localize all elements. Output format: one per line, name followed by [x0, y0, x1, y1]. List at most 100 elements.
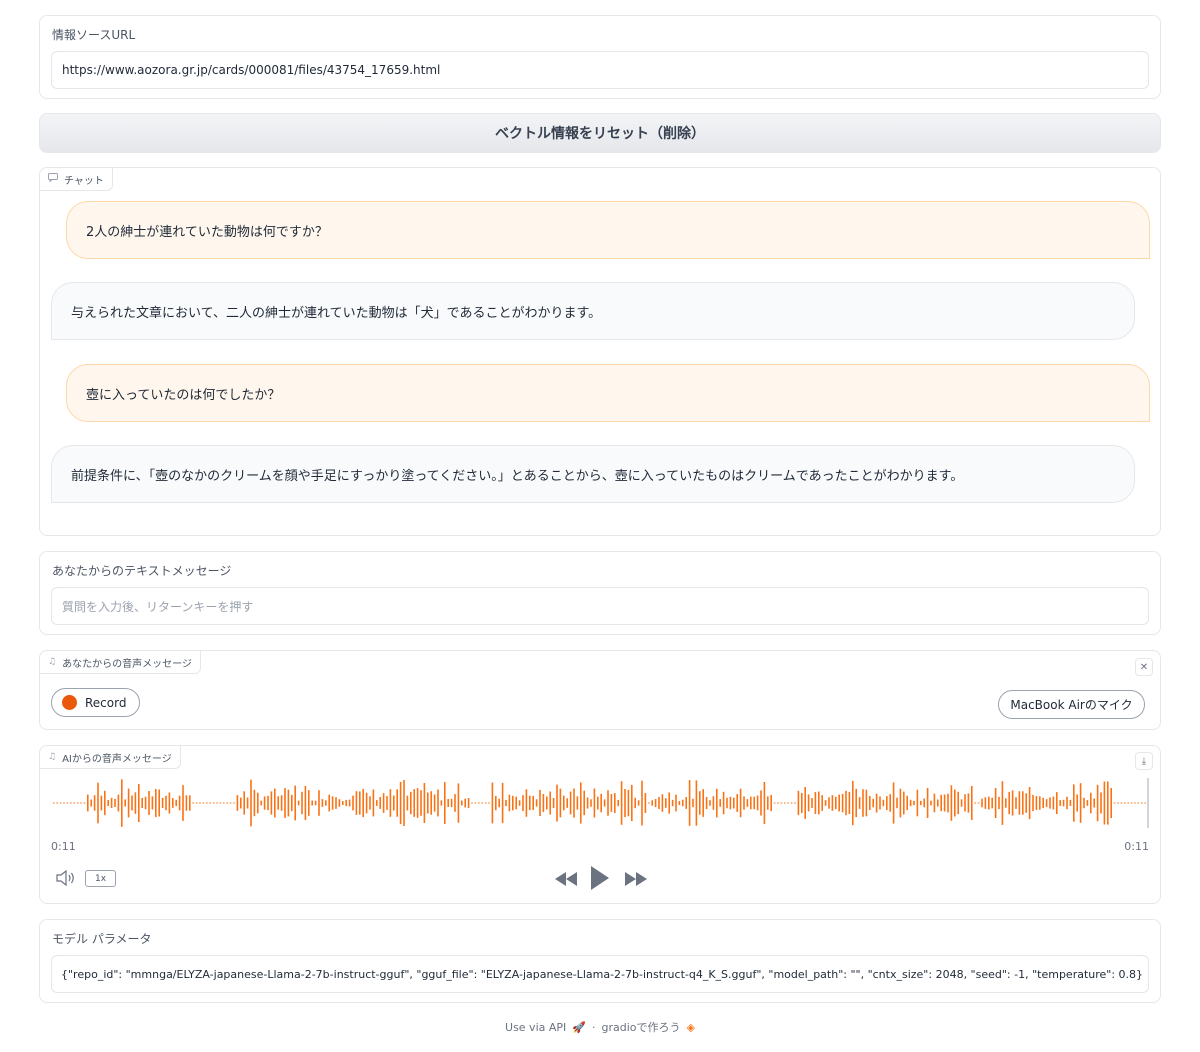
waveform-bar	[291, 794, 293, 812]
waveform-bar	[1120, 802, 1123, 804]
reset-vectors-button[interactable]: ベクトル情報をリセット（削除）	[39, 113, 1161, 153]
waveform-bar	[263, 796, 266, 810]
model-params-input[interactable]: {"repo_id": "mmnga/ELYZA-japanese-Llama-…	[51, 955, 1149, 993]
waveform-bar	[202, 802, 205, 804]
waveform-bar	[110, 797, 113, 808]
waveform-bar	[821, 795, 823, 811]
waveform-bar	[600, 793, 602, 813]
gradio-logo-icon: ◈	[686, 1020, 695, 1034]
rewind-icon[interactable]	[555, 871, 577, 890]
user-message: 2人の紳士が連れていた動物は何ですか？	[66, 201, 1150, 259]
record-label: Record	[85, 695, 127, 710]
waveform-bar	[1025, 793, 1027, 813]
waveform-bar	[216, 802, 218, 804]
waveform-bar	[369, 796, 371, 810]
waveform-bar	[549, 791, 551, 815]
waveform-bar	[654, 799, 657, 808]
waveform-bar	[389, 789, 392, 817]
playback-speed-button[interactable]: 1x	[85, 870, 116, 887]
download-button[interactable]: ⤓	[1135, 752, 1153, 770]
clear-audio-button[interactable]: ✕	[1135, 658, 1153, 676]
waveform-bar	[233, 802, 235, 804]
waveform-bar	[260, 800, 262, 806]
waveform-bar	[1052, 796, 1055, 810]
waveform-bar	[631, 784, 633, 822]
bot-message: 与えられた文章において、二人の紳士が連れていた動物は「犬」であることがわかります…	[51, 282, 1135, 340]
waveform-bar	[427, 792, 429, 814]
waveform-bar	[875, 793, 878, 813]
waveform-bar	[168, 792, 171, 814]
waveform-bar	[107, 800, 109, 806]
waveform-bar	[267, 795, 269, 811]
waveform-bar	[750, 796, 752, 810]
waveform-bar	[348, 799, 351, 807]
waveform-bar	[1062, 799, 1065, 807]
waveform-bar	[535, 799, 538, 807]
waveform-bar	[940, 794, 942, 812]
waveform-bar	[682, 799, 684, 807]
fast-forward-icon[interactable]	[625, 871, 647, 890]
waveform-bar	[797, 790, 800, 816]
waveform-bar	[637, 800, 640, 806]
audio-waveform[interactable]	[51, 776, 1151, 830]
waveform-bar	[97, 782, 99, 824]
waveform-bar	[614, 793, 616, 813]
waveform-bar	[63, 802, 65, 804]
waveform-bar	[1137, 802, 1140, 804]
waveform-bar	[801, 793, 803, 813]
record-button[interactable]: Record	[51, 688, 140, 717]
waveform-bar	[1144, 802, 1146, 804]
current-time: 0:11	[51, 840, 76, 853]
waveform-bar	[1015, 797, 1017, 809]
waveform-bar	[406, 795, 409, 811]
waveform-bar	[223, 802, 225, 804]
waveform-bar	[998, 796, 1000, 810]
waveform-bar	[607, 790, 609, 816]
waveform-bar	[229, 802, 232, 804]
waveform-bar	[1011, 790, 1014, 816]
waveform-bar	[909, 799, 912, 807]
message-text: 前提条件に、「壺のなかのクリームを顔や手足にすっかり塗ってください。」とあること…	[71, 468, 964, 484]
waveform-bar	[671, 799, 674, 807]
text-message-block: あなたからのテキストメッセージ 質問を入力後、リターンキーを押す	[39, 551, 1161, 635]
text-message-input[interactable]: 質問を入力後、リターンキーを押す	[51, 587, 1149, 625]
waveform-bar	[641, 780, 643, 826]
waveform-bar	[1079, 783, 1082, 823]
play-icon[interactable]	[590, 866, 610, 894]
waveform-bar	[1093, 798, 1095, 808]
waveform-bar	[270, 791, 273, 815]
waveform-bar	[974, 802, 976, 804]
waveform-bar	[212, 802, 215, 804]
waveform-bar	[848, 791, 851, 815]
waveform-bar	[359, 791, 361, 815]
waveform-bar	[753, 796, 755, 810]
playback-cursor	[1147, 778, 1149, 828]
waveform-bar	[872, 798, 874, 808]
waveform-bar	[1086, 800, 1089, 806]
waveform-bar	[539, 789, 541, 816]
waveform-bar	[926, 788, 929, 818]
message-text: 2人の紳士が連れていた動物は何ですか？	[86, 224, 328, 240]
waveform-bar	[1045, 799, 1048, 807]
waveform-bar	[297, 800, 300, 806]
waveform-bar	[807, 794, 810, 812]
waveform-bar	[226, 802, 228, 804]
waveform-bar	[90, 799, 92, 807]
source-url-input[interactable]: https://www.aozora.gr.jp/cards/000081/fi…	[51, 51, 1149, 89]
waveform-bar	[552, 798, 555, 808]
volume-icon[interactable]	[56, 869, 76, 890]
chatbot-label: チャット	[39, 167, 113, 191]
microphone-select[interactable]: MacBook Airのマイク	[998, 690, 1145, 719]
waveform-bar	[770, 795, 772, 812]
use-via-api-link[interactable]: Use via API	[505, 1021, 566, 1034]
waveform-bar	[382, 793, 385, 813]
built-with-gradio-link[interactable]: gradioで作ろう	[601, 1019, 680, 1035]
waveform-bar	[573, 788, 575, 818]
waveform-bar	[311, 800, 313, 806]
waveform-bar	[886, 796, 888, 810]
waveform-bar	[430, 791, 432, 815]
waveform-bar	[811, 798, 813, 808]
waveform-bar	[563, 795, 565, 811]
waveform-bar	[318, 790, 320, 816]
chat-icon	[48, 173, 58, 185]
